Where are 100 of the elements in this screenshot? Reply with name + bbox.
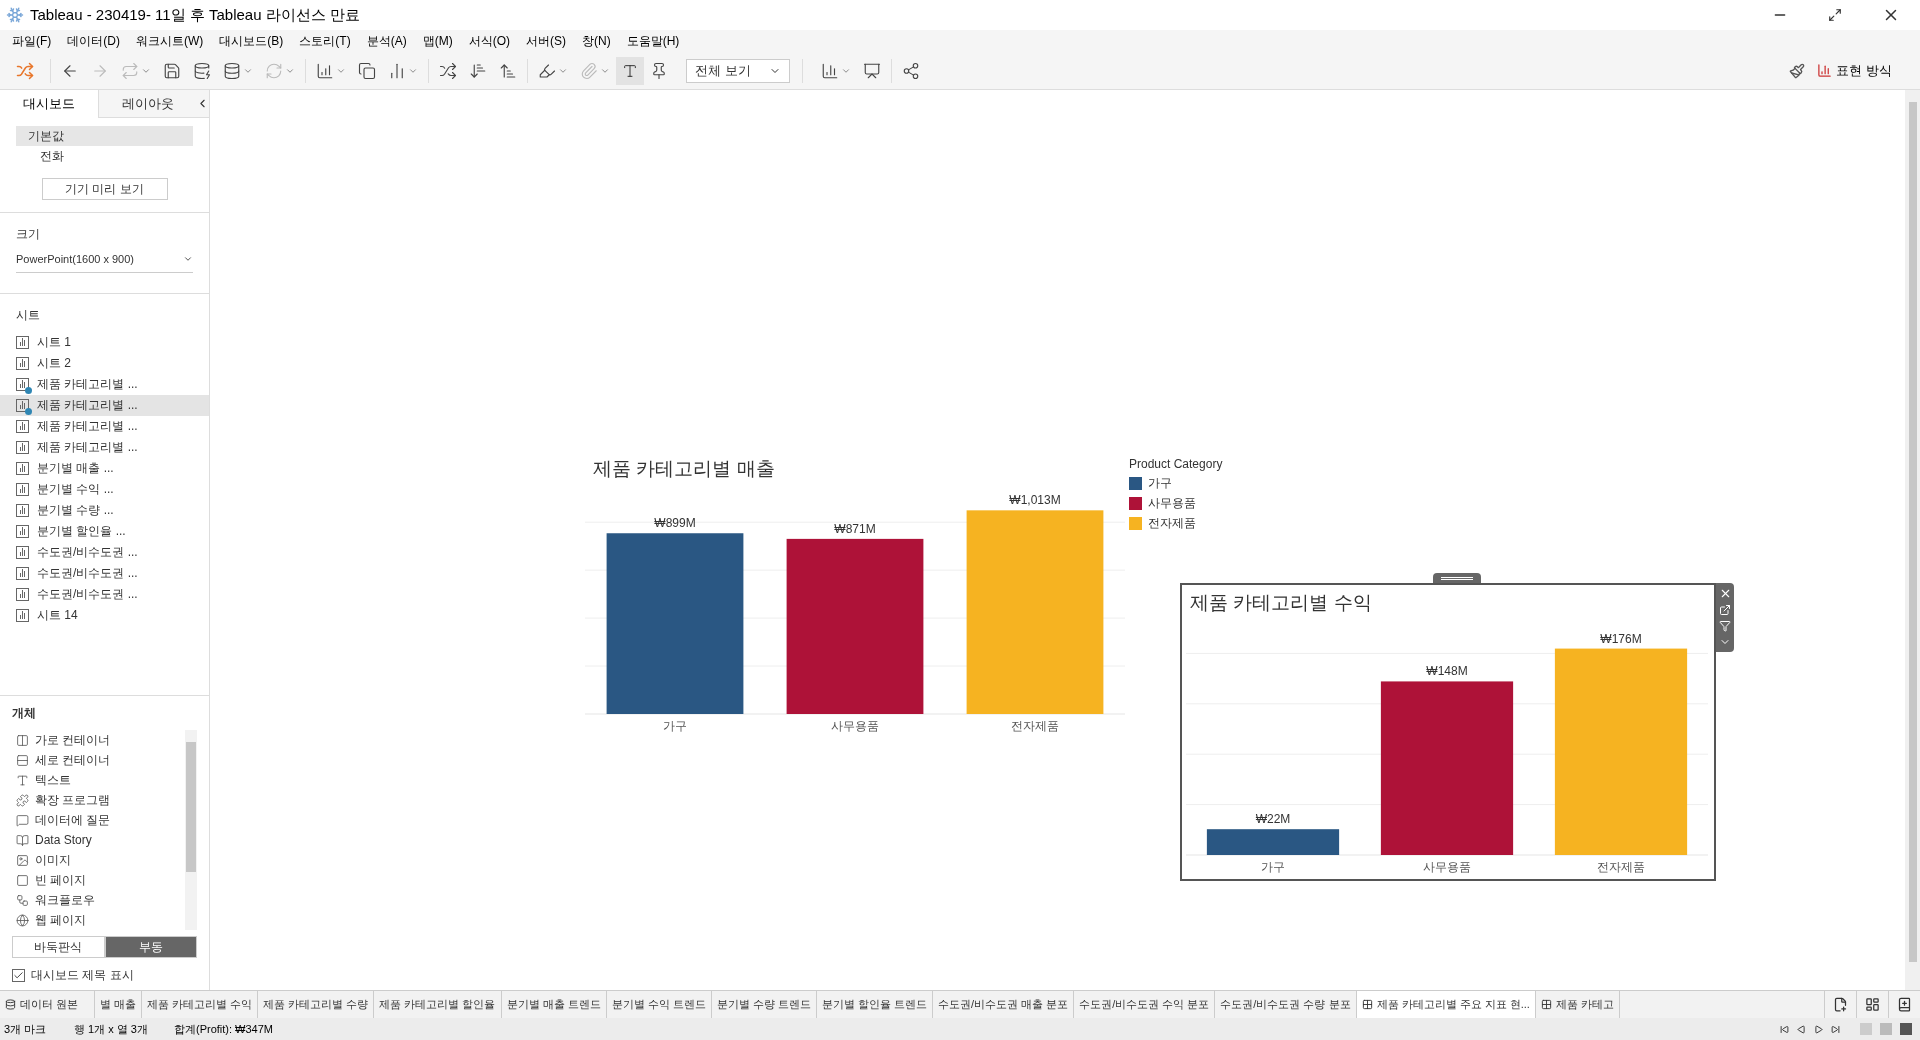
square-icon bbox=[16, 873, 29, 887]
value-label: ₩871M bbox=[834, 521, 876, 536]
value-label: ₩1,013M bbox=[1009, 492, 1061, 507]
device-option[interactable]: 기본값 bbox=[16, 126, 193, 146]
object-item[interactable]: 가로 컨테이너 bbox=[12, 730, 185, 750]
device-preview-button[interactable]: 기기 미리 보기 bbox=[41, 178, 168, 200]
open-icon[interactable] bbox=[1719, 604, 1731, 616]
value-label: ₩176M bbox=[1600, 631, 1642, 646]
sheet-tab[interactable]: 제품 카테고리별 주요 지표 현... bbox=[1356, 991, 1536, 1018]
menu-item[interactable]: 맵(M) bbox=[414, 32, 461, 50]
object-item[interactable]: 웹 페이지 bbox=[12, 910, 185, 930]
object-item[interactable]: 이미지 bbox=[12, 850, 185, 870]
chart-icon bbox=[1817, 63, 1833, 78]
checkbox[interactable] bbox=[12, 968, 25, 982]
chart-title: 제품 카테고리별 매출 bbox=[593, 457, 776, 481]
menu-item[interactable]: 창(N) bbox=[574, 32, 619, 50]
scrollbar[interactable] bbox=[185, 730, 197, 930]
image-icon bbox=[16, 853, 29, 867]
menu-item[interactable]: 서식(O) bbox=[460, 32, 518, 50]
size-dropdown[interactable]: PowerPoint(1600 x 900) bbox=[16, 251, 193, 273]
window-title: Tableau - 230419- 11일 후 Tableau 라이선스 만료 bbox=[30, 4, 360, 25]
device-option[interactable]: 전화 bbox=[16, 146, 193, 166]
sheet-item[interactable]: 분기별 매출 ... bbox=[0, 457, 209, 479]
value-label: ₩899M bbox=[654, 515, 696, 530]
object-item[interactable]: 빈 페이지 bbox=[12, 870, 185, 890]
object-item[interactable]: 워크플로우 bbox=[12, 890, 185, 910]
letter-icon bbox=[16, 773, 29, 787]
book-icon bbox=[16, 833, 29, 847]
sheet-item[interactable]: 시트 1 bbox=[0, 331, 209, 353]
sheet-item[interactable]: 수도권/비수도권 ... bbox=[0, 562, 209, 584]
menu-item[interactable]: 분석(A) bbox=[358, 32, 415, 50]
category-label: 사무용품 bbox=[831, 718, 879, 733]
scrollbar[interactable] bbox=[1905, 90, 1920, 990]
restore-icon[interactable] bbox=[1828, 8, 1842, 22]
status-text: 합계(Profit): ₩347M bbox=[174, 1021, 273, 1037]
category-label: 전자제품 bbox=[1011, 718, 1059, 733]
previous-page-icon[interactable] bbox=[1797, 1024, 1806, 1034]
sheet-item[interactable]: 분기별 수익 ... bbox=[0, 478, 209, 500]
sidebar-tab[interactable]: 대시보드 bbox=[0, 90, 98, 118]
sheet-item[interactable]: 제품 카테고리별 ... bbox=[0, 373, 209, 395]
legend-title: Product Category bbox=[1129, 456, 1223, 473]
drag-handle[interactable] bbox=[1433, 573, 1481, 583]
filter-icon[interactable] bbox=[1719, 620, 1731, 632]
fit-dropdown[interactable]: 전체 보기 bbox=[686, 58, 790, 83]
sheet-item[interactable]: 시트 2 bbox=[0, 352, 209, 374]
sidebar-tab[interactable]: 레이아웃 bbox=[98, 90, 196, 118]
object-item[interactable]: 데이터에 질문 bbox=[12, 810, 185, 830]
database-icon bbox=[5, 999, 16, 1010]
category-label: 사무용품 bbox=[1423, 859, 1471, 874]
sheet-item[interactable]: 분기별 할인율 ... bbox=[0, 520, 209, 542]
object-item[interactable]: 텍스트 bbox=[12, 770, 185, 790]
globe-icon bbox=[16, 913, 29, 927]
menu-item[interactable]: 서버(S) bbox=[518, 32, 574, 50]
app-logo-icon bbox=[6, 6, 24, 24]
value-label: ₩22M bbox=[1255, 811, 1291, 826]
category-label: 가구 bbox=[1261, 859, 1285, 874]
rows-icon bbox=[16, 753, 29, 767]
menu-item[interactable]: 파일(F) bbox=[4, 32, 60, 50]
section-heading: 시트 bbox=[15, 306, 41, 324]
sheet-item[interactable]: 제품 카테고리별 ... bbox=[0, 436, 209, 458]
section-heading: 크기 bbox=[16, 226, 41, 243]
status-text: 행 1개 x 열 3개 bbox=[74, 1021, 149, 1037]
last-page-icon[interactable] bbox=[1831, 1024, 1840, 1034]
value-label: ₩148M bbox=[1426, 663, 1468, 678]
section-heading: 개체 bbox=[12, 705, 37, 722]
format-icon[interactable] bbox=[1789, 62, 1806, 79]
menu-item[interactable]: 도움말(H) bbox=[618, 32, 688, 50]
category-label: 전자제품 bbox=[1597, 859, 1645, 874]
legend-label: 전자제품 bbox=[1148, 515, 1196, 532]
object-item[interactable]: 세로 컨테이너 bbox=[12, 750, 185, 770]
show-me-button[interactable]: 표현 방식 bbox=[1817, 60, 1892, 81]
puzzle-icon bbox=[16, 793, 29, 807]
sheet-item[interactable]: 분기별 수량 ... bbox=[0, 499, 209, 521]
chart-container[interactable]: 제품 카테고리별 수익 ₩22M 가구 ₩148M 사무용품 ₩176M 전자제품 bbox=[1180, 583, 1716, 881]
chat-icon bbox=[16, 813, 29, 827]
columns-icon bbox=[16, 733, 29, 747]
menu-item[interactable]: 대시보드(B) bbox=[211, 32, 292, 50]
first-page-icon[interactable] bbox=[1780, 1024, 1789, 1034]
object-item[interactable]: Data Story bbox=[12, 830, 185, 850]
sheet-item[interactable]: 제품 카테고리별 ... bbox=[0, 415, 209, 437]
chart-title: 제품 카테고리별 수익 bbox=[1190, 591, 1373, 615]
menu-item[interactable]: 스토리(T) bbox=[291, 32, 359, 50]
sheet-item[interactable]: 수도권/비수도권 ... bbox=[0, 583, 209, 605]
sheet-item[interactable]: 제품 카테고리별 ... bbox=[0, 394, 209, 416]
category-label: 가구 bbox=[663, 718, 687, 733]
sheet-item[interactable]: 시트 14 bbox=[0, 604, 209, 626]
grid-icon bbox=[1361, 999, 1373, 1010]
layout-mode-toggle[interactable]: 바둑판식 bbox=[12, 936, 105, 958]
layout-mode-toggle[interactable]: 부동 bbox=[104, 936, 197, 958]
sheet-item[interactable]: 수도권/비수도권 ... bbox=[0, 541, 209, 563]
next-page-icon[interactable] bbox=[1814, 1024, 1823, 1034]
legend-label: 가구 bbox=[1148, 475, 1172, 492]
object-item[interactable]: 확장 프로그램 bbox=[12, 790, 185, 810]
text-toggle-icon[interactable] bbox=[616, 56, 644, 85]
checkbox-label: 대시보드 제목 표시 bbox=[31, 967, 134, 984]
legend-label: 사무용품 bbox=[1148, 495, 1196, 512]
menu-item[interactable]: 데이터(D) bbox=[59, 32, 128, 50]
workflow-icon bbox=[16, 893, 29, 907]
status-text: 3개 마크 bbox=[4, 1021, 48, 1037]
menu-item[interactable]: 워크시트(W) bbox=[128, 32, 212, 50]
